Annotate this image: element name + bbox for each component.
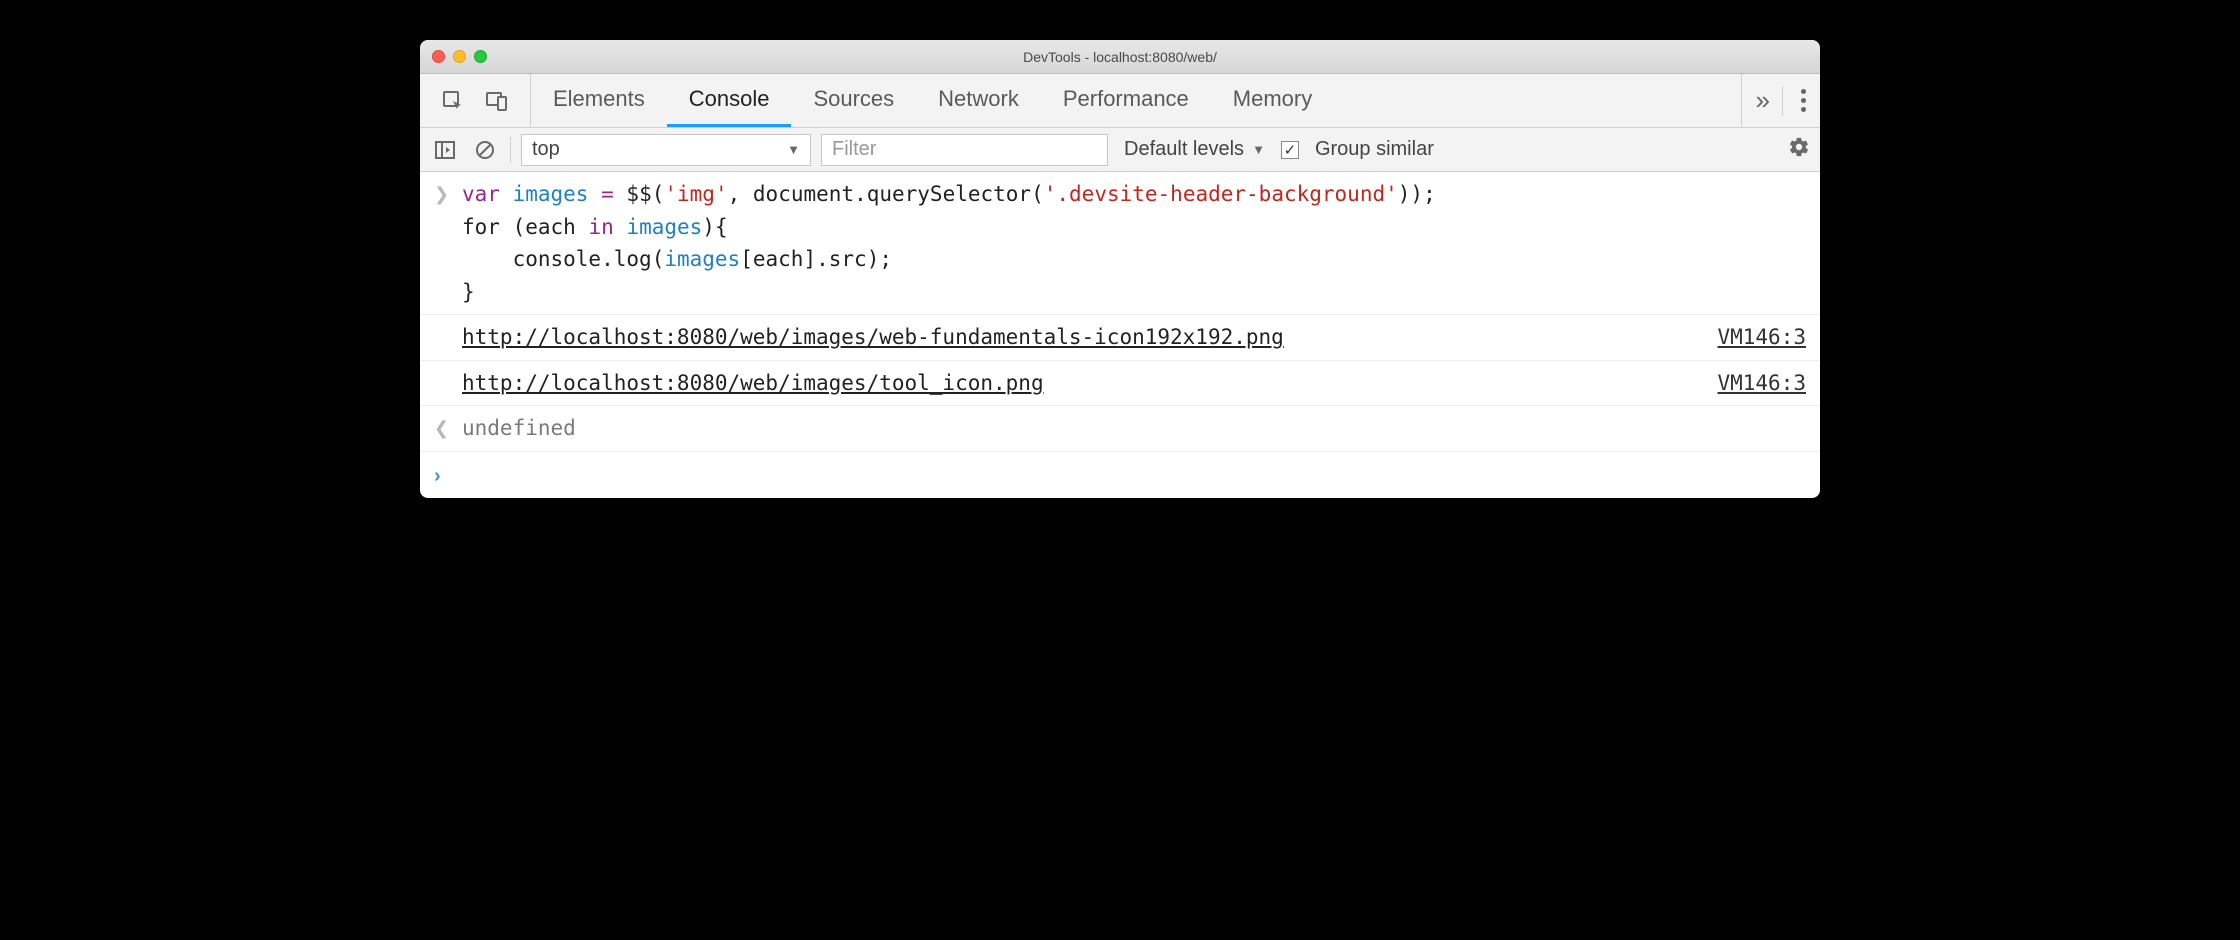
tab-console[interactable]: Console	[667, 74, 792, 127]
gutter	[434, 367, 462, 370]
console-settings-icon[interactable]	[1788, 136, 1810, 163]
prompt-chevron-icon: ›	[434, 458, 462, 492]
tabbar-left-tools	[420, 74, 531, 127]
context-label: top	[532, 138, 560, 161]
input-chevron-icon: ❯	[434, 178, 462, 209]
window-title: DevTools - localhost:8080/web/	[420, 49, 1820, 65]
log-message: http://localhost:8080/web/images/web-fun…	[462, 321, 1701, 354]
devtools-window: DevTools - localhost:8080/web/ Elements …	[420, 40, 1820, 498]
tabbar-right-tools: »	[1741, 74, 1820, 127]
console-output[interactable]: ❯ var images = $$('img', document.queryS…	[420, 172, 1820, 498]
main-tabbar: Elements Console Sources Network Perform…	[420, 74, 1820, 128]
output-chevron-icon: ❮	[434, 412, 462, 443]
divider	[510, 137, 511, 163]
clear-console-icon[interactable]	[470, 135, 500, 165]
titlebar[interactable]: DevTools - localhost:8080/web/	[420, 40, 1820, 74]
tab-network[interactable]: Network	[916, 74, 1041, 127]
log-message: http://localhost:8080/web/images/tool_ic…	[462, 367, 1701, 400]
source-link[interactable]: VM146:3	[1717, 321, 1806, 354]
inspect-element-icon[interactable]	[438, 86, 468, 116]
toggle-console-sidebar-icon[interactable]	[430, 135, 460, 165]
log-levels-select[interactable]: Default levels ▼	[1124, 138, 1265, 161]
close-icon[interactable]	[432, 50, 445, 63]
group-similar-label[interactable]: Group similar	[1315, 138, 1434, 161]
tabs: Elements Console Sources Network Perform…	[531, 74, 1741, 127]
dropdown-icon: ▼	[787, 142, 800, 157]
tab-memory[interactable]: Memory	[1211, 74, 1334, 127]
source-link[interactable]: VM146:3	[1717, 367, 1806, 400]
log-url-link[interactable]: http://localhost:8080/web/images/tool_ic…	[462, 371, 1044, 395]
tab-performance[interactable]: Performance	[1041, 74, 1211, 127]
device-toggle-icon[interactable]	[482, 86, 512, 116]
execution-context-select[interactable]: top ▼	[521, 134, 811, 166]
group-similar-checkbox[interactable]: ✓	[1281, 141, 1299, 159]
tab-sources[interactable]: Sources	[791, 74, 916, 127]
kebab-menu-icon[interactable]	[1801, 89, 1806, 112]
dropdown-icon: ▼	[1252, 142, 1265, 157]
console-toolbar: top ▼ Default levels ▼ ✓ Group similar	[420, 128, 1820, 172]
tab-elements[interactable]: Elements	[531, 74, 667, 127]
log-row: http://localhost:8080/web/images/tool_ic…	[420, 361, 1820, 407]
console-input-row: ❯ var images = $$('img', document.queryS…	[420, 172, 1820, 315]
levels-label: Default levels	[1124, 138, 1244, 161]
more-tabs-icon[interactable]: »	[1756, 85, 1764, 116]
gutter	[434, 321, 462, 324]
divider	[1782, 86, 1783, 116]
log-url-link[interactable]: http://localhost:8080/web/images/web-fun…	[462, 325, 1284, 349]
result-row: ❮ undefined	[420, 406, 1820, 452]
console-code[interactable]: var images = $$('img', document.querySel…	[462, 178, 1806, 308]
maximize-icon[interactable]	[474, 50, 487, 63]
minimize-icon[interactable]	[453, 50, 466, 63]
prompt-row[interactable]: ›	[420, 452, 1820, 498]
filter-input[interactable]	[821, 134, 1108, 166]
traffic-lights	[432, 50, 487, 63]
result-value: undefined	[462, 412, 1806, 445]
log-row: http://localhost:8080/web/images/web-fun…	[420, 315, 1820, 361]
